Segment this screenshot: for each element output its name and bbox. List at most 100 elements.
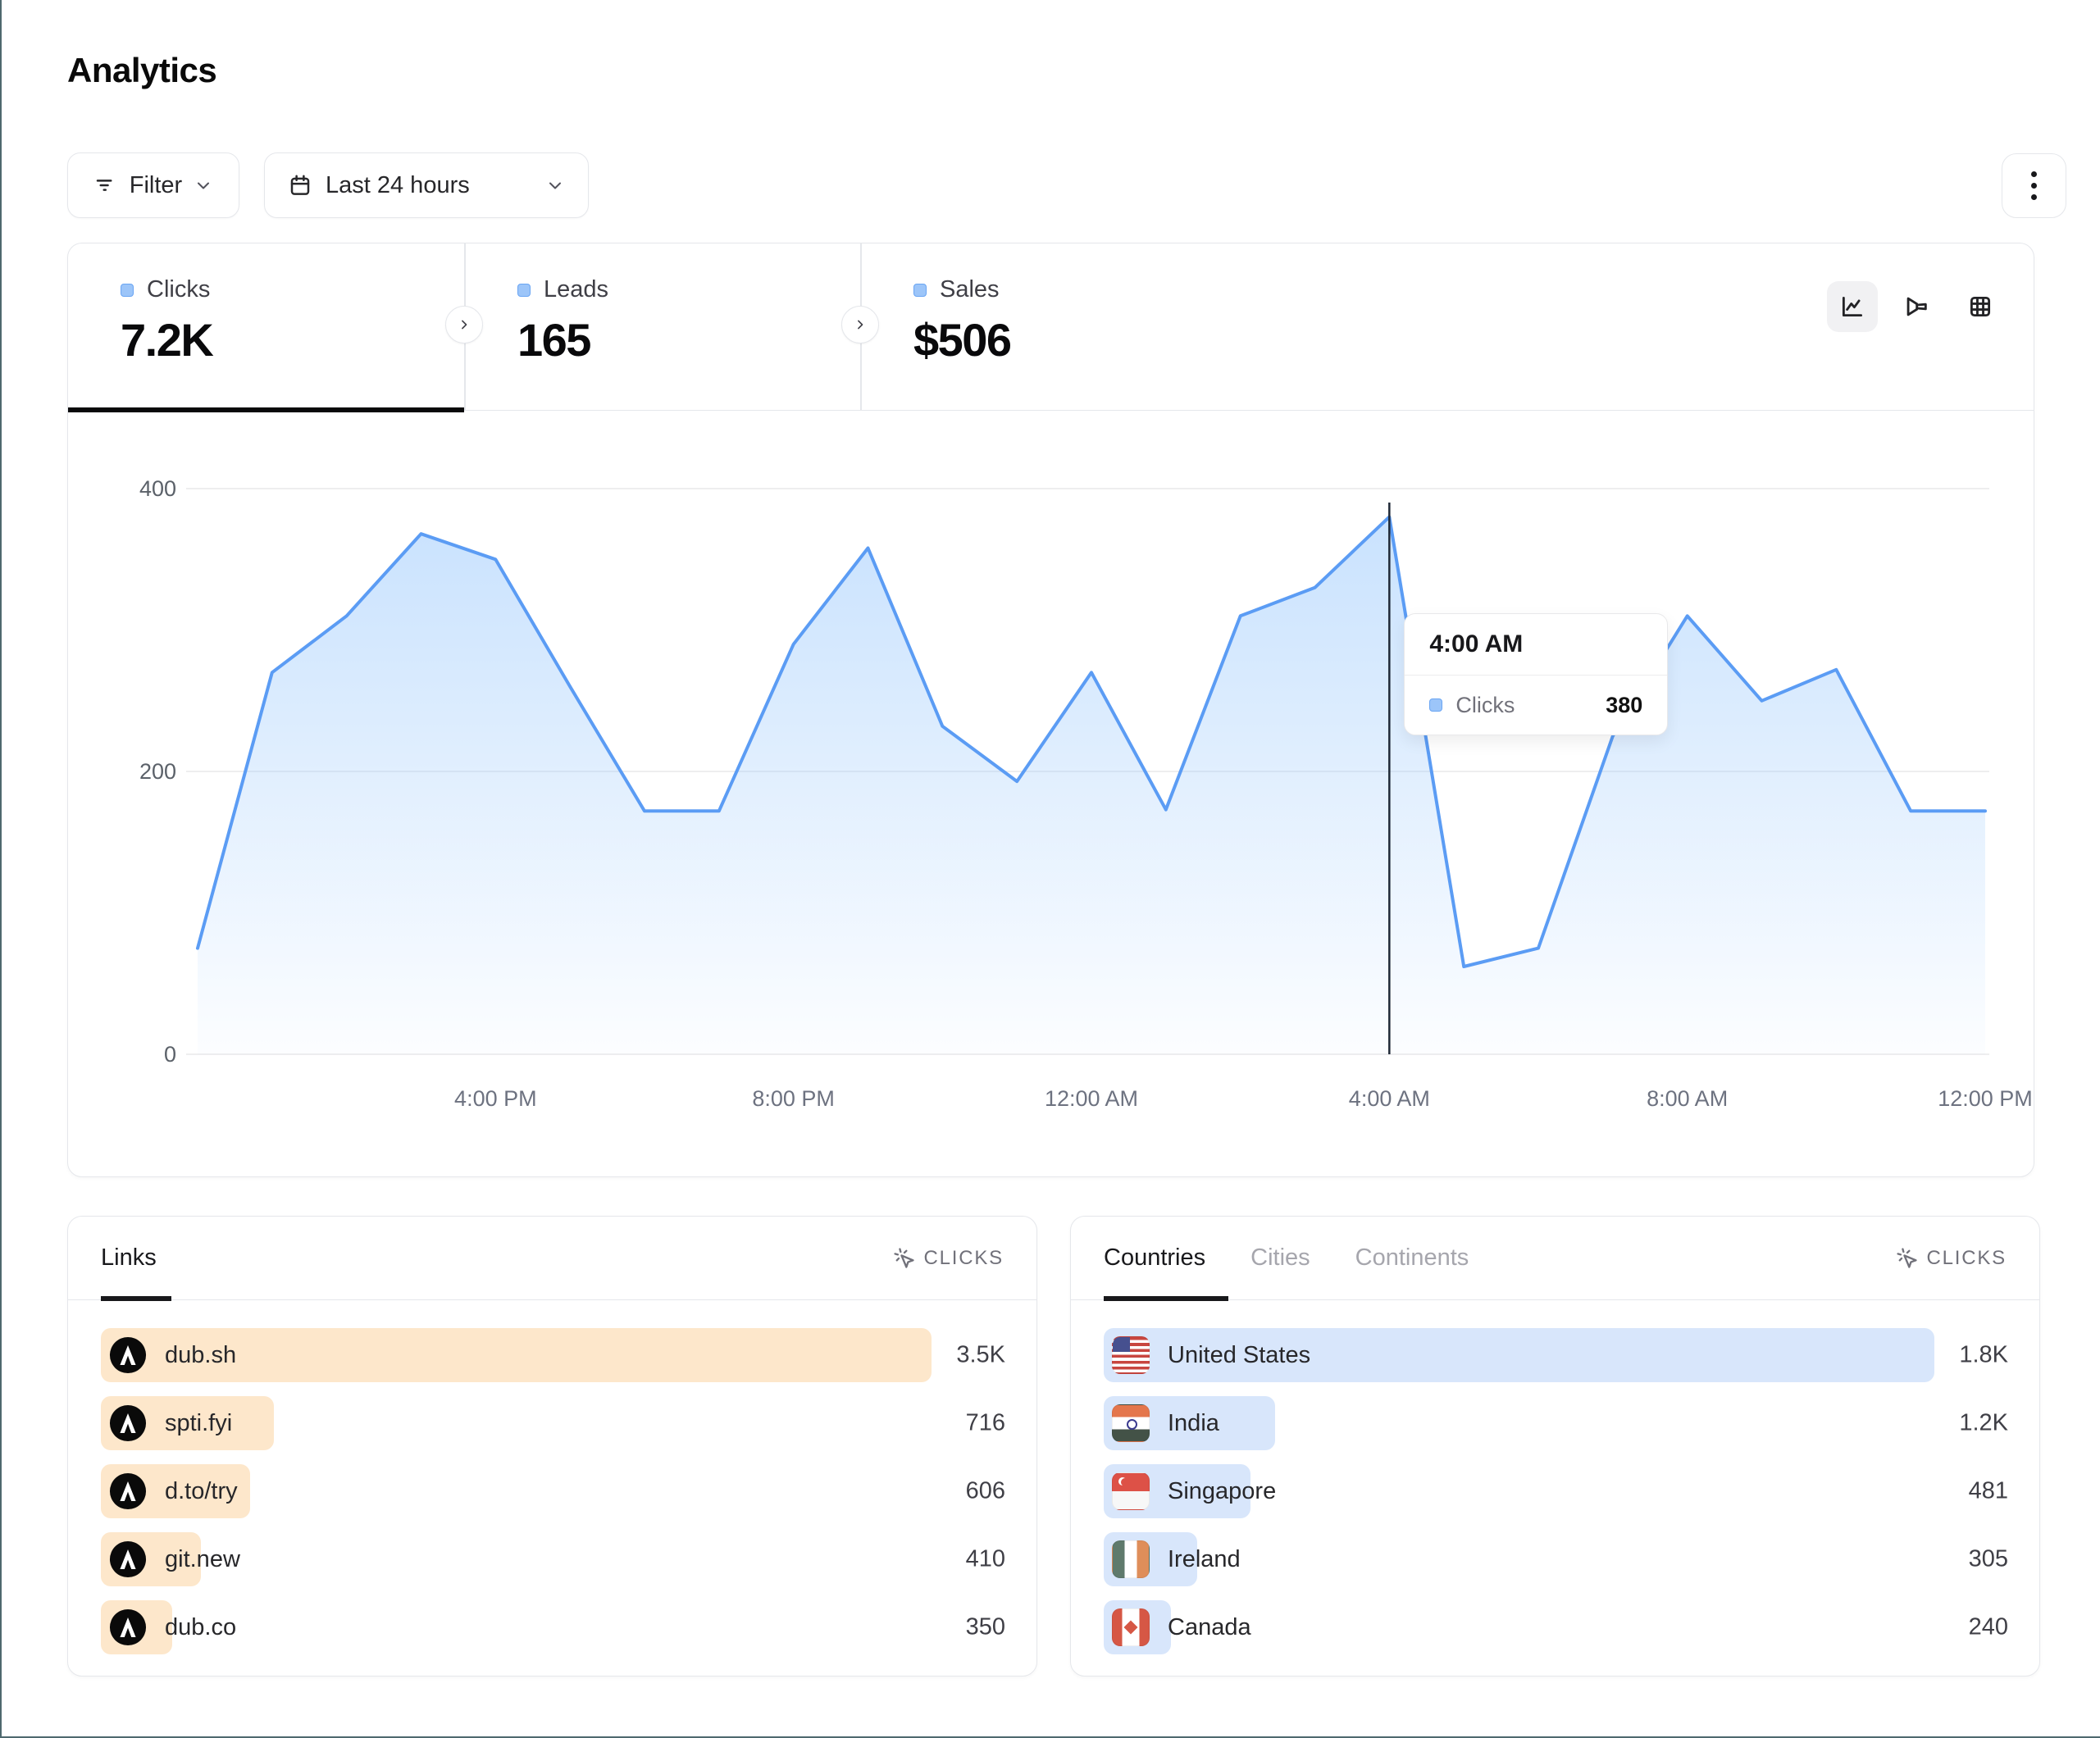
flag-us-icon — [1112, 1336, 1150, 1374]
row-value: 305 — [1934, 1546, 2008, 1573]
chevron-down-icon — [545, 175, 565, 195]
tab-cities[interactable]: Cities — [1250, 1244, 1310, 1272]
funnel-icon — [1902, 293, 1930, 321]
more-options-button[interactable] — [2002, 153, 2066, 218]
country-row[interactable]: United States1.8K — [1104, 1328, 1934, 1382]
dub-logo-icon — [109, 1472, 147, 1510]
metric-expand-button[interactable] — [841, 306, 879, 344]
date-range-label: Last 24 hours — [326, 172, 470, 199]
sales-legend-square-icon — [913, 284, 927, 297]
metric-label: Leads — [544, 276, 608, 303]
tooltip-time: 4:00 AM — [1405, 614, 1667, 675]
row-value: 410 — [932, 1546, 1005, 1573]
countries-panel: Countries Cities Continents CLICKS Unite… — [1070, 1216, 2040, 1677]
links-panel-header: Links CLICKS — [68, 1217, 1036, 1300]
links-sort-by-clicks[interactable]: CLICKS — [893, 1247, 1004, 1270]
row-value: 350 — [932, 1614, 1005, 1641]
metric-tabs-header: Clicks 7.2K Leads 165 — [68, 243, 2034, 411]
row-value: 1.8K — [1934, 1342, 2008, 1369]
row-label: Ireland — [1168, 1546, 1241, 1573]
row-value: 240 — [1934, 1614, 2008, 1641]
row-value: 481 — [1934, 1478, 2008, 1505]
page-title: Analytics — [67, 51, 216, 90]
row-label: spti.fyi — [165, 1410, 232, 1437]
row-label: Singapore — [1168, 1478, 1276, 1505]
row-label: United States — [1168, 1342, 1310, 1369]
y-axis-tick-label: 0 — [164, 1042, 176, 1067]
active-tab-underline — [1104, 1296, 1228, 1301]
pointer-click-icon — [1896, 1247, 1919, 1270]
row-label: d.to/try — [165, 1478, 238, 1505]
x-axis-tick-label: 8:00 PM — [752, 1086, 835, 1111]
metric-label: Clicks — [147, 276, 210, 303]
countries-sort-by-clicks[interactable]: CLICKS — [1896, 1247, 2007, 1270]
y-axis-tick-label: 200 — [139, 759, 176, 784]
link-row[interactable]: d.to/try606 — [101, 1464, 932, 1518]
tab-countries[interactable]: Countries — [1104, 1244, 1205, 1272]
tooltip-series-label: Clicks — [1455, 693, 1515, 718]
table-grid-icon — [1966, 293, 1994, 321]
chart-view-switcher — [1827, 281, 2006, 332]
clicks-area-chart[interactable]: 0 200 400 4:00 PM 8:00 PM 12:00 AM 4:00 AM 8:00… — [68, 411, 2035, 1178]
analytics-card: Clicks 7.2K Leads 165 — [67, 243, 2034, 1177]
x-axis-tick-label: 8:00 AM — [1647, 1086, 1728, 1111]
calendar-icon — [288, 173, 312, 198]
countries-panel-header: Countries Cities Continents CLICKS — [1071, 1217, 2039, 1300]
metric-value: 165 — [517, 313, 860, 366]
metric-label: Sales — [940, 276, 1000, 303]
sort-label-text: CLICKS — [924, 1247, 1004, 1270]
country-row[interactable]: Canada240 — [1104, 1600, 1934, 1654]
row-label: dub.sh — [165, 1342, 236, 1369]
country-row[interactable]: Ireland305 — [1104, 1532, 1934, 1586]
filter-icon — [93, 173, 118, 198]
line-chart-view-button[interactable] — [1827, 281, 1878, 332]
dub-logo-icon — [109, 1540, 147, 1578]
tab-leads[interactable]: Leads 165 — [465, 243, 860, 411]
tab-sales[interactable]: Sales $506 — [861, 243, 1271, 411]
country-row[interactable]: India1.2K — [1104, 1396, 1934, 1450]
row-value: 606 — [932, 1478, 1005, 1505]
dub-logo-icon — [109, 1608, 147, 1646]
date-range-button[interactable]: Last 24 hours — [264, 152, 589, 218]
y-axis-tick-label: 400 — [139, 476, 176, 501]
flag-in-icon — [1112, 1404, 1150, 1442]
table-view-button[interactable] — [1955, 281, 2006, 332]
chevron-right-icon — [456, 316, 472, 333]
country-row[interactable]: Singapore481 — [1104, 1464, 1934, 1518]
clicks-legend-square-icon — [121, 284, 134, 297]
row-value: 1.2K — [1934, 1410, 2008, 1437]
link-row[interactable]: dub.sh3.5K — [101, 1328, 932, 1382]
x-axis-tick-label: 12:00 AM — [1045, 1086, 1138, 1111]
chevron-down-icon — [194, 175, 213, 195]
sort-label-text: CLICKS — [1927, 1247, 2007, 1270]
x-axis-tick-label: 4:00 PM — [454, 1086, 537, 1111]
metric-value: 7.2K — [121, 313, 464, 366]
leads-legend-square-icon — [517, 284, 531, 297]
flag-ie-icon — [1112, 1540, 1150, 1578]
dub-logo-icon — [109, 1336, 147, 1374]
filter-label: Filter — [130, 172, 182, 199]
row-label: git.new — [165, 1546, 240, 1573]
link-row[interactable]: dub.co350 — [101, 1600, 932, 1654]
row-label: India — [1168, 1410, 1219, 1437]
dub-logo-icon — [109, 1404, 147, 1442]
link-row[interactable]: spti.fyi716 — [101, 1396, 932, 1450]
funnel-view-button[interactable] — [1891, 281, 1942, 332]
row-label: Canada — [1168, 1614, 1251, 1641]
chevron-right-icon — [852, 316, 868, 333]
tab-clicks[interactable]: Clicks 7.2K — [68, 243, 464, 411]
x-axis-tick-label: 4:00 AM — [1349, 1086, 1430, 1111]
row-value: 3.5K — [932, 1342, 1005, 1369]
flag-ca-icon — [1112, 1608, 1150, 1646]
filter-button[interactable]: Filter — [67, 152, 239, 218]
links-panel: Links CLICKS dub.sh3.5Kspti.fyi716d.to/t… — [67, 1216, 1037, 1677]
metric-expand-button[interactable] — [445, 306, 483, 344]
tab-continents[interactable]: Continents — [1355, 1244, 1469, 1272]
x-axis-tick-label: 12:00 PM — [1938, 1086, 2033, 1111]
active-tab-underline — [101, 1296, 171, 1301]
link-row[interactable]: git.new410 — [101, 1532, 932, 1586]
window-left-edge — [0, 0, 2, 1738]
row-value: 716 — [932, 1410, 1005, 1437]
tab-links[interactable]: Links — [101, 1244, 157, 1272]
tooltip-value: 380 — [1606, 693, 1642, 718]
